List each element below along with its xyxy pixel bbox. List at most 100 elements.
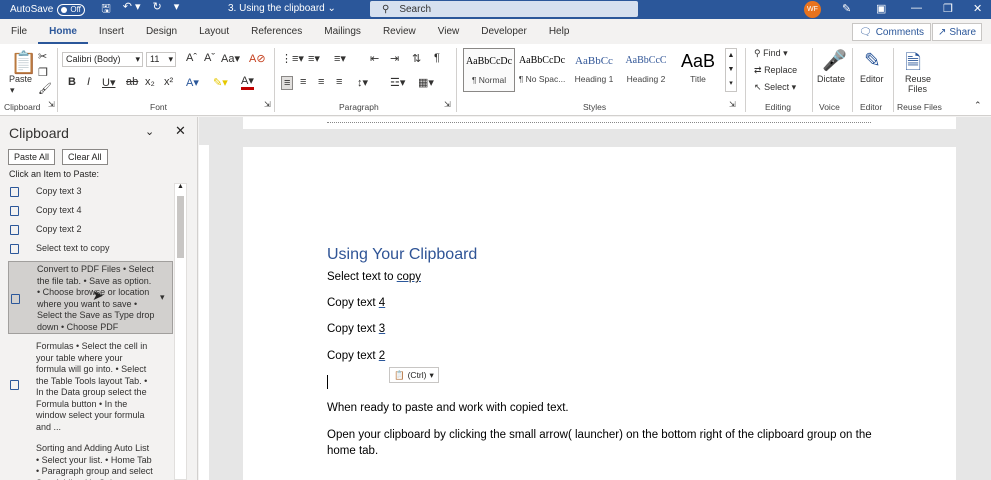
collapse-ribbon-icon[interactable]: ⌃ [974, 100, 982, 111]
autosave[interactable]: AutoSave Off [10, 3, 86, 16]
paste-options-button[interactable]: 📋 (Ctrl) ▾ [389, 367, 439, 383]
clipboard-item-selected[interactable]: Convert to PDF Files • Select the file t… [8, 261, 173, 334]
paste-icon[interactable]: 📋 [10, 50, 37, 76]
text-effects-icon[interactable]: A▾ [186, 76, 199, 89]
cut-icon[interactable]: ✂ [38, 50, 47, 63]
ribbon-display-icon[interactable]: ▣ [876, 2, 886, 15]
maximize-icon[interactable]: ❐ [943, 2, 953, 15]
clipboard-item[interactable]: Copy text 4 [8, 205, 173, 219]
paste-all-button[interactable]: Paste All [8, 149, 56, 165]
underline-icon[interactable]: U▾ [102, 76, 115, 89]
tab-developer[interactable]: Developer [470, 19, 538, 44]
show-formatting-icon[interactable]: ¶ [434, 52, 440, 64]
styles-launcher-icon[interactable]: ⇲ [729, 100, 736, 109]
clipboard-item[interactable]: Sorting and Adding Auto List • Select yo… [8, 442, 173, 480]
pane-options-icon[interactable]: ⌄ [145, 125, 154, 138]
tab-mailings[interactable]: Mailings [313, 19, 372, 44]
italic-icon[interactable]: I [87, 76, 90, 88]
style-no-spacing[interactable]: AaBbCcDc ¶ No Spac... [516, 48, 568, 92]
tab-view[interactable]: View [427, 19, 471, 44]
font-launcher-icon[interactable]: ⇲ [264, 100, 271, 109]
sort-icon[interactable]: ⇅ [412, 52, 421, 65]
tab-help[interactable]: Help [538, 19, 581, 44]
pane-close-icon[interactable]: ✕ [175, 123, 186, 139]
shading-icon[interactable]: ☲▾ [390, 76, 405, 89]
strikethrough-icon[interactable]: ab [126, 76, 138, 88]
customize-qat-icon[interactable]: ▾ [174, 0, 180, 19]
tab-review[interactable]: Review [372, 19, 427, 44]
select-button[interactable]: ↖ Select ▾ [754, 82, 796, 93]
dictate-button[interactable]: Dictate [817, 74, 845, 84]
tab-references[interactable]: References [240, 19, 313, 44]
comments-button[interactable]: 🗨 Comments [852, 23, 932, 41]
tab-file[interactable]: File [0, 19, 38, 44]
font-color-icon[interactable]: A▾ [241, 76, 254, 90]
clear-formatting-icon[interactable]: A⊘ [249, 52, 266, 65]
minimize-icon[interactable]: — [911, 2, 922, 14]
close-icon[interactable]: ✕ [973, 2, 982, 15]
scroll-up-icon[interactable]: ▲ [177, 183, 184, 190]
copy-icon[interactable]: ❐ [38, 66, 48, 79]
horizontal-ruler[interactable] [243, 117, 956, 129]
item-dropdown-icon[interactable]: ▾ [160, 292, 165, 304]
microphone-icon[interactable]: 🎤 [822, 48, 847, 73]
style-heading-1[interactable]: AaBbCc Heading 1 [568, 48, 620, 92]
editor-icon[interactable]: ✎ [864, 48, 881, 73]
search-input[interactable]: Search [399, 4, 431, 15]
tab-design[interactable]: Design [135, 19, 188, 44]
autosave-toggle[interactable]: Off [57, 3, 86, 16]
share-button[interactable]: ↗ Share [932, 23, 983, 41]
change-case-icon[interactable]: Aa▾ [221, 52, 240, 65]
borders-icon[interactable]: ▦▾ [418, 76, 434, 89]
font-size-select[interactable]: 11 ▾ [146, 52, 176, 67]
multilevel-list-icon[interactable]: ≡▾ [334, 52, 346, 65]
clipboard-item[interactable]: Copy text 2 [8, 224, 173, 238]
pane-scrollbar[interactable]: ▲ [174, 183, 187, 480]
styles-gallery-scroll[interactable]: ▲ ▼ ▾ [725, 48, 737, 92]
tab-layout[interactable]: Layout [188, 19, 240, 44]
undo-icon[interactable]: ↶ ▾ [123, 0, 141, 19]
align-center-icon[interactable]: ≡ [300, 76, 306, 88]
style-normal[interactable]: AaBbCcDc ¶ Normal [463, 48, 515, 92]
search-box[interactable]: ⚲ Search [370, 1, 638, 17]
style-title[interactable]: AaB Title [672, 48, 724, 92]
superscript-icon[interactable]: x² [164, 76, 173, 88]
grow-font-icon[interactable]: Aˆ [186, 52, 197, 64]
format-painter-icon[interactable]: 🖌 [38, 82, 52, 95]
numbering-icon[interactable]: ≡▾ [308, 52, 320, 65]
save-icon[interactable]: 🖫 [101, 0, 110, 19]
align-right-icon[interactable]: ≡ [318, 76, 324, 88]
replace-button[interactable]: ⇄ Replace [754, 65, 797, 76]
increase-indent-icon[interactable]: ⇥ [390, 52, 399, 65]
shrink-font-icon[interactable]: Aˇ [204, 52, 215, 64]
document-title[interactable]: 3. Using the clipboard ⌄ [228, 3, 336, 14]
clear-all-button[interactable]: Clear All [62, 149, 108, 165]
font-name-select[interactable]: Calibri (Body) ▾ [62, 52, 143, 67]
avatar[interactable]: WF [804, 1, 821, 18]
clipboard-item[interactable]: Copy text 3 [8, 186, 173, 200]
clipboard-item[interactable]: Formulas • Select the cell in your table… [8, 340, 173, 435]
paste-dropdown-icon[interactable]: ▾ [10, 85, 15, 96]
paragraph-launcher-icon[interactable]: ⇲ [444, 100, 451, 109]
tab-insert[interactable]: Insert [88, 19, 135, 44]
clipboard-launcher-icon[interactable]: ⇲ [48, 100, 55, 109]
align-left-icon[interactable]: ≡ [281, 76, 294, 90]
paste-button[interactable]: Paste [9, 74, 32, 84]
redo-icon[interactable]: ↻ [153, 0, 162, 19]
subscript-icon[interactable]: x₂ [145, 76, 155, 88]
highlight-icon[interactable]: ✎▾ [213, 76, 228, 89]
pane-scroll-thumb[interactable] [177, 196, 184, 258]
editor-button[interactable]: Editor [860, 74, 884, 84]
bullets-icon[interactable]: ⋮≡▾ [281, 52, 304, 65]
line-spacing-icon[interactable]: ↕▾ [357, 76, 368, 89]
pen-icon[interactable]: ✎ [842, 2, 851, 15]
vertical-ruler[interactable] [199, 145, 209, 480]
style-heading-2[interactable]: AaBbCcC Heading 2 [620, 48, 672, 92]
decrease-indent-icon[interactable]: ⇤ [370, 52, 379, 65]
justify-icon[interactable]: ≡ [336, 76, 342, 88]
bold-icon[interactable]: B [68, 76, 76, 88]
tab-home[interactable]: Home [38, 19, 88, 44]
find-button[interactable]: ⚲ Find ▾ [754, 48, 788, 59]
reuse-files-button[interactable]: Reuse Files [905, 74, 931, 94]
clipboard-item[interactable]: Select text to copy [8, 243, 173, 257]
